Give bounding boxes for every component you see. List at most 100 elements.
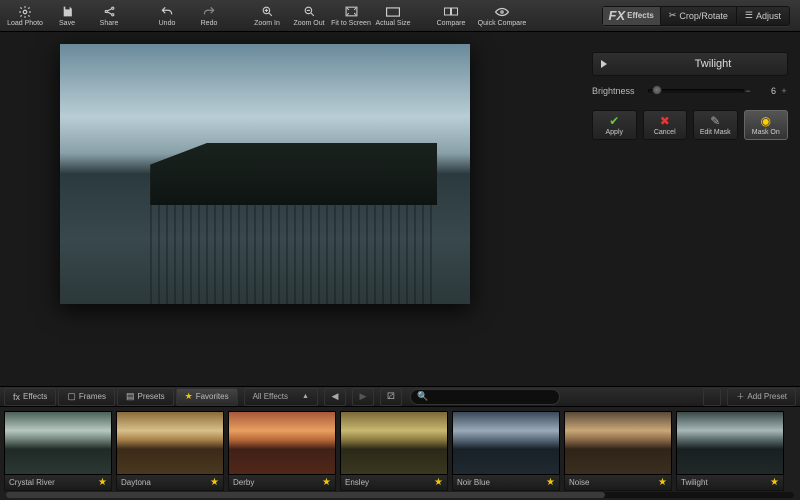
quick-compare-button[interactable]: Quick Compare: [472, 1, 532, 31]
strip-tabs: fxEffects ▢Frames ▤Presets ★Favorites Al…: [0, 387, 800, 407]
fit-to-screen-button[interactable]: Fit to Screen: [330, 1, 372, 31]
thumbnail-image: [564, 411, 672, 475]
thumbnail-image: [116, 411, 224, 475]
favorites-tab[interactable]: ★Favorites: [176, 388, 238, 406]
save-icon: [60, 5, 74, 19]
add-preset-button[interactable]: ＋Add Preset: [727, 388, 796, 406]
effects-strip: fxEffects ▢Frames ▤Presets ★Favorites Al…: [0, 386, 800, 500]
actual-size-icon: [386, 5, 400, 19]
brightness-slider[interactable]: [648, 89, 744, 93]
share-icon: [102, 5, 116, 19]
category-dropdown[interactable]: All Effects▲: [244, 388, 318, 406]
fit-icon: [344, 5, 358, 19]
search-box[interactable]: 🔍: [410, 389, 560, 405]
thumbnail-image: [452, 411, 560, 475]
adjust-tab[interactable]: ☰Adjust: [737, 7, 789, 25]
favorite-star-icon[interactable]: ★: [770, 477, 779, 488]
favorite-star-icon[interactable]: ★: [658, 477, 667, 488]
mask-icon: ◉: [759, 115, 773, 127]
actual-size-button[interactable]: Actual Size: [372, 1, 414, 31]
zoom-in-button[interactable]: Zoom In: [246, 1, 288, 31]
thumbnails-row[interactable]: Crystal River★Daytona★Derby★Ensley★Noir …: [0, 407, 800, 491]
mode-tabs: FXEffects ✂Crop/Rotate ☰Adjust: [602, 6, 790, 26]
dice-icon: ⚂: [387, 391, 395, 402]
preview-image[interactable]: [60, 44, 470, 304]
x-icon: ✖: [658, 115, 672, 127]
thumbnail-item[interactable]: Noir Blue★: [452, 411, 560, 491]
favorite-star-icon[interactable]: ★: [210, 477, 219, 488]
cancel-button[interactable]: ✖ Cancel: [643, 110, 688, 140]
eye-icon: [495, 5, 509, 19]
redo-button[interactable]: Redo: [188, 1, 230, 31]
effect-title: Twilight: [647, 58, 779, 70]
undo-button[interactable]: Undo: [146, 1, 188, 31]
thumbnail-item[interactable]: Derby★: [228, 411, 336, 491]
gear-icon: [18, 5, 32, 19]
brightness-value: 6: [756, 86, 776, 96]
fx-tab[interactable]: FXEffects: [603, 7, 661, 25]
favorite-star-icon[interactable]: ★: [546, 477, 555, 488]
favorite-star-icon[interactable]: ★: [322, 477, 331, 488]
thumbnail-image: [228, 411, 336, 475]
thumbnail-item[interactable]: Noise★: [564, 411, 672, 491]
mask-on-button[interactable]: ◉ Mask On: [744, 110, 789, 140]
save-button[interactable]: Save: [46, 1, 88, 31]
brush-icon: ✎: [708, 115, 722, 127]
apply-button[interactable]: ✔ Apply: [592, 110, 637, 140]
effects-tab[interactable]: fxEffects: [4, 388, 56, 406]
caret-up-icon: ▲: [302, 393, 309, 400]
thumbnail-label: Noir Blue★: [452, 475, 560, 491]
random-button[interactable]: ⚂: [380, 388, 402, 406]
zoom-in-icon: [260, 5, 274, 19]
share-button[interactable]: Share: [88, 1, 130, 31]
thumbnail-image: [676, 411, 784, 475]
favorite-star-icon[interactable]: ★: [98, 477, 107, 488]
plus-icon: ＋: [736, 391, 744, 402]
thumbnail-item[interactable]: Crystal River★: [4, 411, 112, 491]
fx-icon: fx: [13, 392, 20, 402]
thumbnail-item[interactable]: Twilight★: [676, 411, 784, 491]
frames-tab[interactable]: ▢Frames: [58, 388, 115, 406]
decrement-button[interactable]: −: [744, 86, 752, 96]
star-icon: ★: [185, 391, 193, 402]
next-button[interactable]: ▶: [352, 388, 374, 406]
zoom-out-button[interactable]: Zoom Out: [288, 1, 330, 31]
thumbnail-item[interactable]: Ensley★: [340, 411, 448, 491]
thumbnail-label: Noise★: [564, 475, 672, 491]
chevron-right-icon: ▶: [359, 391, 366, 402]
effect-header[interactable]: Twilight: [592, 52, 788, 76]
play-icon: [601, 60, 607, 68]
brightness-label: Brightness: [592, 86, 648, 96]
frame-icon: ▢: [67, 391, 76, 402]
chevron-left-icon: ◀: [331, 391, 338, 402]
redo-icon: [202, 5, 216, 19]
prev-button[interactable]: ◀: [324, 388, 346, 406]
canvas-area: [0, 32, 580, 386]
compare-button[interactable]: Compare: [430, 1, 472, 31]
toggle-grid-button[interactable]: [703, 388, 721, 406]
thumbnail-label: Crystal River★: [4, 475, 112, 491]
increment-button[interactable]: +: [780, 86, 788, 96]
check-icon: ✔: [607, 115, 621, 127]
search-icon: 🔍: [417, 391, 428, 402]
crop-rotate-tab[interactable]: ✂Crop/Rotate: [661, 7, 737, 25]
effect-panel: Twilight Brightness − 6 + ✔ Apply ✖ Canc…: [580, 32, 800, 386]
main-area: Twilight Brightness − 6 + ✔ Apply ✖ Canc…: [0, 32, 800, 386]
thumbnail-label: Twilight★: [676, 475, 784, 491]
presets-icon: ▤: [126, 391, 135, 402]
thumbnail-label: Derby★: [228, 475, 336, 491]
thumbnail-image: [340, 411, 448, 475]
thumbnail-label: Daytona★: [116, 475, 224, 491]
top-toolbar: Load Photo Save Share Undo Redo Zoom In …: [0, 0, 800, 32]
strip-scrollbar[interactable]: [6, 492, 794, 498]
edit-mask-button[interactable]: ✎ Edit Mask: [693, 110, 738, 140]
panel-actions: ✔ Apply ✖ Cancel ✎ Edit Mask ◉ Mask On: [592, 110, 788, 140]
sliders-icon: ☰: [745, 10, 753, 21]
presets-tab[interactable]: ▤Presets: [117, 388, 174, 406]
search-input[interactable]: [431, 392, 553, 401]
compare-icon: [444, 5, 458, 19]
load-photo-button[interactable]: Load Photo: [4, 1, 46, 31]
scissors-icon: ✂: [669, 10, 677, 21]
thumbnail-item[interactable]: Daytona★: [116, 411, 224, 491]
favorite-star-icon[interactable]: ★: [434, 477, 443, 488]
